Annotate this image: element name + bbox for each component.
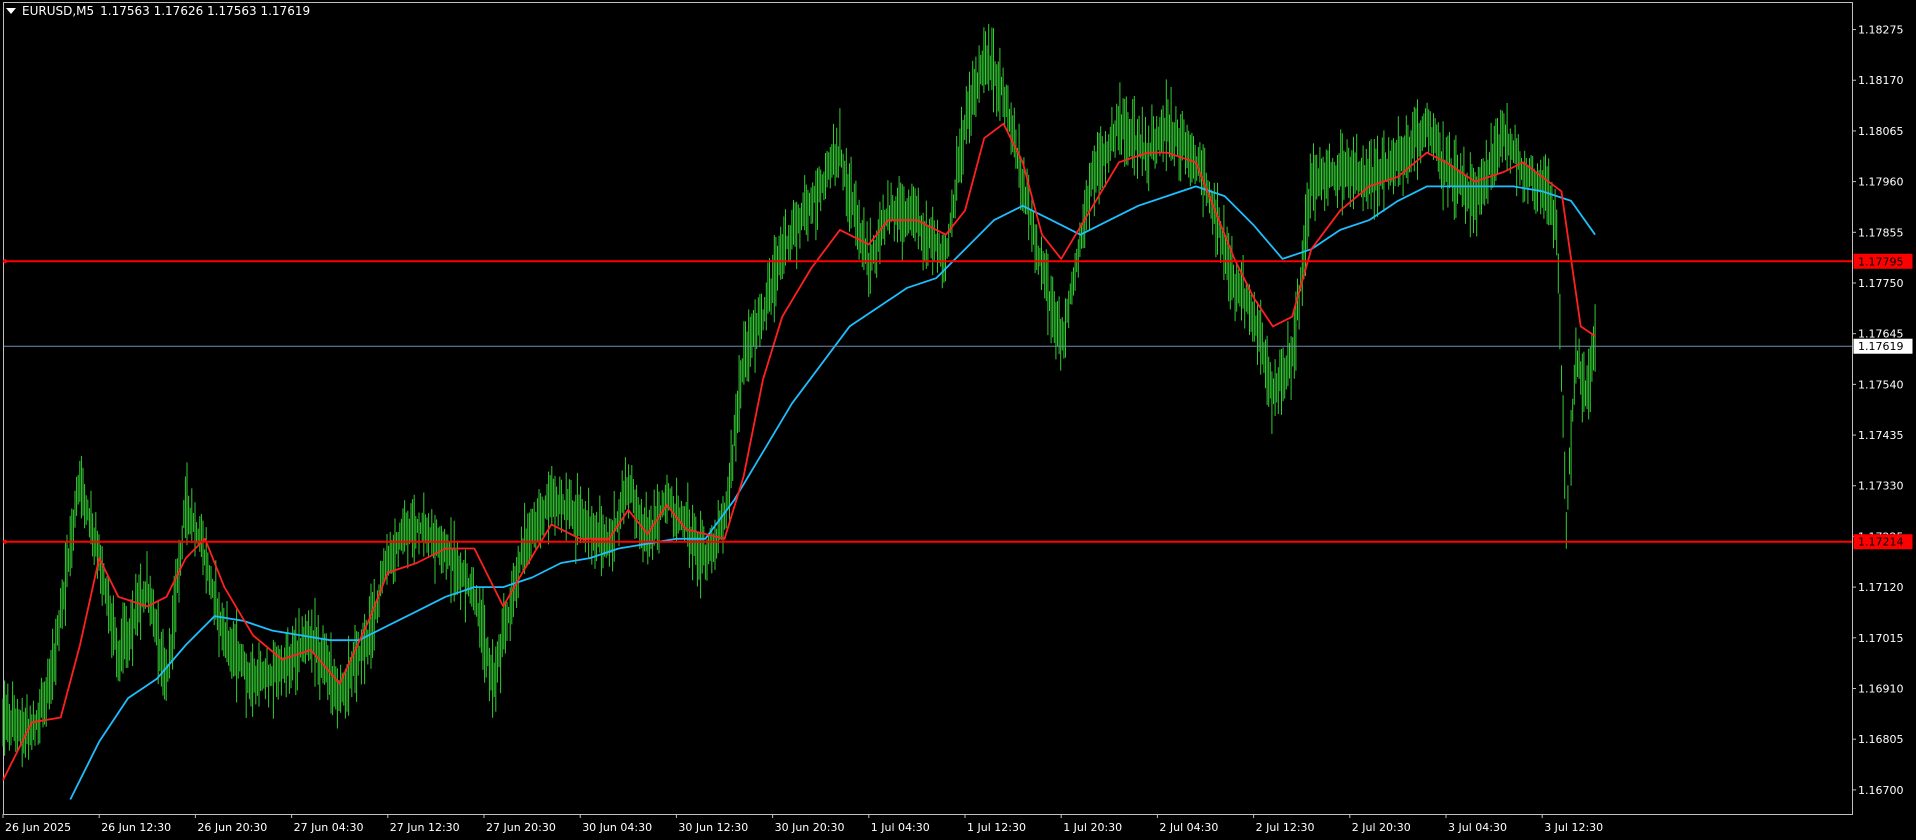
symbol-timeframe: EURUSD,M5 (22, 4, 95, 18)
support-price-tag-label: 1.17214 (1858, 536, 1904, 549)
time-tick-label: 3 Jul 04:30 (1448, 821, 1507, 834)
time-tick-label: 26 Jun 2025 (5, 821, 71, 834)
fast-ma-series (2, 122, 1596, 781)
price-series (2, 23, 1596, 768)
price-tick-label: 1.18170 (1858, 74, 1904, 87)
time-tick-label: 3 Jul 12:30 (1544, 821, 1603, 834)
time-tick-label: 1 Jul 12:30 (967, 821, 1026, 834)
price-tick-label: 1.17855 (1858, 226, 1904, 239)
price-tick-label: 1.17645 (1858, 328, 1904, 341)
price-tick-label: 1.17015 (1858, 632, 1904, 645)
price-tick-label: 1.16805 (1858, 733, 1904, 746)
time-tick-label: 30 Jun 04:30 (582, 821, 652, 834)
time-tick-label: 2 Jul 20:30 (1352, 821, 1411, 834)
time-tick-label: 2 Jul 04:30 (1159, 821, 1218, 834)
time-tick-label: 26 Jun 12:30 (101, 821, 171, 834)
slow-moving-average-line (69, 185, 1596, 800)
time-tick-label: 30 Jun 20:30 (775, 821, 845, 834)
time-axis: 26 Jun 2025 26 Jun 12:30 26 Jun 20:30 27 Ju… (2, 814, 1603, 834)
slow-ma-series (69, 185, 1596, 800)
fast-moving-average-line (2, 122, 1596, 781)
resistance-price-tag-label: 1.17795 (1858, 255, 1904, 268)
ohlc-values: 1.17563 1.17626 1.17563 1.17619 (100, 4, 311, 18)
price-chart[interactable]: 1.18275 1.18170 1.18065 1.17960 1.17855 1.177… (0, 0, 1916, 840)
price-tick-label: 1.18065 (1858, 125, 1904, 138)
bid-price-tag-label: 1.17619 (1858, 340, 1904, 353)
time-tick-label: 2 Jul 12:30 (1256, 821, 1315, 834)
price-axis: 1.18275 1.18170 1.18065 1.17960 1.17855 1.177… (1852, 24, 1913, 797)
support-left-anchor[interactable] (3, 539, 7, 544)
price-tick-label: 1.16910 (1858, 682, 1904, 695)
resistance-left-anchor[interactable] (3, 259, 7, 264)
time-tick-label: 1 Jul 04:30 (871, 821, 930, 834)
symbol-menu-triangle-icon[interactable] (6, 8, 16, 14)
time-tick-label: 26 Jun 20:30 (197, 821, 267, 834)
price-tick-label: 1.17750 (1858, 277, 1904, 290)
time-tick-label: 1 Jul 20:30 (1063, 821, 1122, 834)
price-tick-label: 1.17120 (1858, 581, 1904, 594)
price-tick-label: 1.17330 (1858, 480, 1904, 493)
time-tick-label: 27 Jun 12:30 (390, 821, 460, 834)
time-tick-label: 27 Jun 20:30 (486, 821, 556, 834)
time-tick-label: 30 Jun 12:30 (678, 821, 748, 834)
price-tick-label: 1.16700 (1858, 784, 1904, 797)
price-tick-label: 1.18275 (1858, 24, 1904, 37)
time-tick-label: 27 Jun 04:30 (294, 821, 364, 834)
price-tick-label: 1.17540 (1858, 378, 1904, 391)
price-tick-label: 1.17435 (1858, 429, 1904, 442)
chart-header: EURUSD,M5 1.17563 1.17626 1.17563 1.1761… (6, 4, 310, 18)
price-tick-label: 1.17960 (1858, 176, 1904, 189)
